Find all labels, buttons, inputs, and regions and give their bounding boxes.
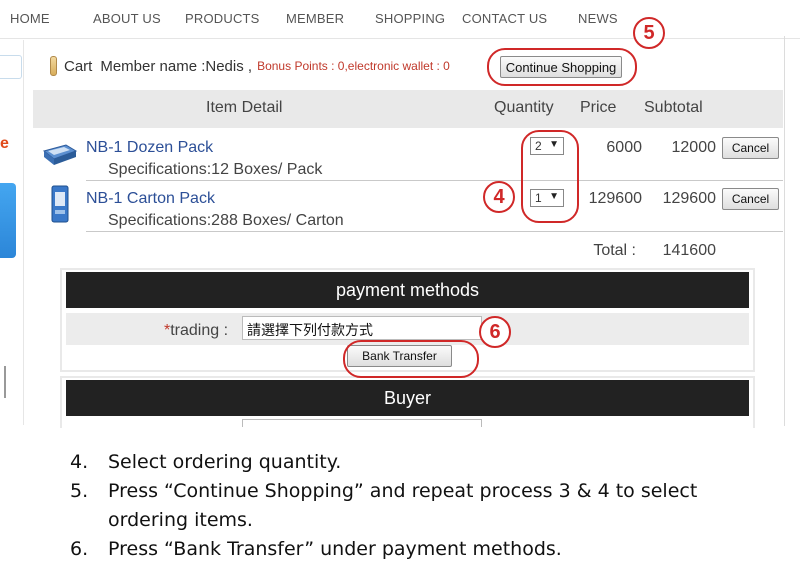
nav-divider: [0, 38, 800, 39]
sidebar-blue-button[interactable]: [0, 183, 16, 258]
step-number: 5.: [70, 480, 89, 502]
step-text: Select ordering quantity.: [108, 451, 342, 473]
instruction-step: 5. Press “Continue Shopping” and repeat …: [70, 477, 770, 535]
row-divider: [86, 180, 783, 181]
cart-icon: [50, 56, 57, 76]
product-name-link[interactable]: NB-1 Carton Pack: [86, 190, 215, 208]
product-thumbnail[interactable]: [42, 143, 78, 167]
sidebar-scroll-mark: [4, 366, 6, 398]
cancel-button[interactable]: Cancel: [722, 137, 779, 159]
total-value: 141600: [662, 242, 716, 259]
sidebar-tab[interactable]: [0, 55, 22, 79]
step-number: 6.: [70, 538, 89, 560]
member-name: Member name :Nedis ,: [100, 57, 253, 75]
buyer-input[interactable]: [242, 419, 482, 427]
buyer-title: Buyer: [66, 380, 749, 416]
instructions: 4. Select ordering quantity. 5. Press “C…: [70, 448, 770, 564]
product-spec: Specifications:12 Boxes/ Pack: [108, 161, 323, 178]
highlight-continue-shopping: [487, 48, 637, 86]
trading-label: *trading :: [164, 322, 228, 340]
nav-contact-us[interactable]: CONTACT US: [462, 11, 547, 26]
trading-select[interactable]: 請選擇下列付款方式: [242, 316, 482, 340]
cart-label: Cart: [64, 57, 93, 75]
content-right-border: [784, 36, 785, 426]
nav-news[interactable]: NEWS: [578, 11, 618, 26]
header-price: Price: [580, 99, 617, 116]
bonus-points: Bonus Points : 0,electronic wallet : 0: [257, 59, 450, 73]
annotation-6: 6: [479, 316, 511, 348]
nav-member[interactable]: MEMBER: [286, 11, 344, 26]
sidebar-marker-icon: e: [0, 135, 9, 152]
instruction-step: 4. Select ordering quantity.: [70, 448, 770, 477]
subtotal-value: 129600: [662, 190, 716, 207]
highlight-bank-transfer: [343, 340, 479, 378]
annotation-4: 4: [483, 181, 515, 213]
product-spec: Specifications:288 Boxes/ Carton: [108, 212, 344, 229]
product-thumbnail[interactable]: [49, 184, 71, 224]
carton-pack-image: [51, 185, 69, 223]
row-divider: [86, 231, 783, 232]
step-text: Press “Bank Transfer” under payment meth…: [108, 538, 562, 560]
nav-about-us[interactable]: ABOUT US: [93, 11, 161, 26]
cart-table-header: Item Detail Quantity Price Subtotal: [33, 90, 783, 128]
step-text: Press “Continue Shopping” and repeat pro…: [108, 480, 698, 531]
nav-shopping[interactable]: SHOPPING: [375, 11, 445, 26]
header-quantity: Quantity: [494, 99, 554, 116]
header-item-detail: Item Detail: [206, 99, 283, 116]
cart-header: Cart Member name :Nedis , Bonus Points :…: [50, 55, 450, 77]
product-name-link[interactable]: NB-1 Dozen Pack: [86, 139, 213, 157]
subtotal-value: 12000: [671, 139, 717, 156]
annotation-5: 5: [633, 17, 665, 49]
payment-methods-title: payment methods: [66, 272, 749, 308]
price-value: 6000: [606, 139, 642, 156]
nav-products[interactable]: PRODUCTS: [185, 11, 260, 26]
trading-label-text: trading :: [170, 322, 229, 339]
nav-home[interactable]: HOME: [10, 11, 50, 26]
dozen-pack-image: [42, 144, 78, 165]
instruction-step: 6. Press “Bank Transfer” under payment m…: [70, 535, 770, 564]
highlight-quantity: [521, 130, 579, 223]
price-value: 129600: [588, 190, 642, 207]
top-nav: HOME ABOUT US PRODUCTS MEMBER SHOPPING C…: [0, 0, 800, 38]
total-label: Total :: [593, 242, 636, 259]
step-number: 4.: [70, 451, 89, 473]
header-subtotal: Subtotal: [644, 99, 703, 116]
cancel-button[interactable]: Cancel: [722, 188, 779, 210]
